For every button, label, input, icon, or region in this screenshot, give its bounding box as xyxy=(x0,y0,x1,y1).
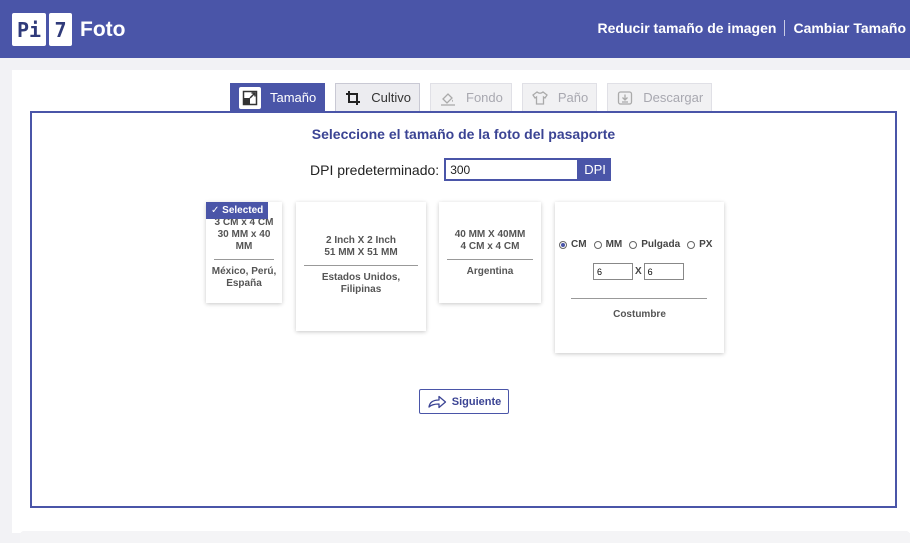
unit-label: PX xyxy=(699,239,713,250)
custom-size-inputs: X xyxy=(593,263,684,280)
logo-pi-box: Pi xyxy=(12,13,46,46)
selected-badge: ✓ Selected xyxy=(206,202,269,219)
unit-label: CM xyxy=(571,239,587,250)
tab-cultivo[interactable]: Cultivo xyxy=(335,83,420,111)
tab-fondo[interactable]: Fondo xyxy=(430,83,512,111)
nav-reduce-size-link[interactable]: Reducir tamaño de imagen xyxy=(598,20,777,36)
card-size-line: 40 MM X 40MM xyxy=(454,229,526,240)
card-divider xyxy=(447,259,533,260)
tab-label: Fondo xyxy=(466,90,503,105)
next-button[interactable]: Siguiente xyxy=(419,389,509,414)
card-size-line: 2 Inch X 2 Inch xyxy=(325,235,397,246)
nav-change-size-link[interactable]: Cambiar Tamaño xyxy=(793,20,906,36)
unit-option-cm[interactable]: CM xyxy=(559,239,587,251)
bottom-section xyxy=(20,531,910,543)
tab-label: Tamaño xyxy=(270,90,317,105)
card-size-line: 4 CM x 4 CM xyxy=(460,241,520,252)
custom-label: Costumbre xyxy=(613,309,666,320)
header-nav: Reducir tamaño de imagen Cambiar Tamaño xyxy=(598,20,906,36)
size-selection-box: Seleccione el tamaño de la foto del pasa… xyxy=(30,111,897,508)
logo-text: Foto xyxy=(80,17,126,41)
unit-option-inch[interactable]: Pulgada xyxy=(629,239,680,251)
custom-width-input[interactable] xyxy=(593,263,633,280)
step-tabs: Tamaño Cultivo Fondo Paño Descargar xyxy=(230,83,722,111)
card-size-line: 51 MM X 51 MM xyxy=(324,247,398,258)
card-size-line: 30 MM x 40 xyxy=(217,229,271,240)
card-country: España xyxy=(226,278,262,289)
next-button-label: Siguiente xyxy=(451,395,502,408)
card-divider xyxy=(571,298,707,299)
nav-separator xyxy=(784,20,786,36)
card-country: Estados Unidos, xyxy=(321,272,401,283)
dpi-input[interactable] xyxy=(444,158,580,181)
unit-option-mm[interactable]: MM xyxy=(593,239,623,251)
size-card-3x4[interactable]: 3 CM x 4 CM 30 MM x 40 MM México, Perú, … xyxy=(206,202,282,303)
tab-tamano[interactable]: Tamaño xyxy=(230,83,326,111)
size-card-4x4[interactable]: 40 MM X 40MM 4 CM x 4 CM Argentina xyxy=(439,202,541,303)
tab-descargar[interactable]: Descargar xyxy=(607,83,713,111)
tab-label: Descargar xyxy=(643,90,704,105)
logo[interactable]: Pi 7 Foto xyxy=(12,13,125,46)
card-country: Filipinas xyxy=(340,284,382,295)
tab-label: Cultivo xyxy=(371,90,411,105)
tab-pano[interactable]: Paño xyxy=(521,83,598,111)
size-card-custom[interactable]: CM MM Pulgada PX X xyxy=(555,202,724,353)
page-title: Seleccione el tamaño de la foto del pasa… xyxy=(311,126,616,142)
unit-option-px[interactable]: PX xyxy=(687,239,712,251)
forward-arrow-icon xyxy=(428,395,446,408)
crop-icon xyxy=(344,89,362,107)
fill-icon xyxy=(439,89,457,107)
shirt-icon xyxy=(531,89,549,107)
dpi-row: DPI predeterminado: DPI xyxy=(310,158,611,181)
size-card-2x2-inch[interactable]: 2 Inch X 2 Inch 51 MM X 51 MM Estados Un… xyxy=(296,202,426,331)
logo-7-box: 7 xyxy=(49,13,72,46)
card-size-line: MM xyxy=(235,241,253,252)
tab-label: Paño xyxy=(557,90,589,105)
unit-label: MM xyxy=(605,239,623,250)
unit-radio-group: CM MM Pulgada PX xyxy=(559,239,719,251)
dpi-label: DPI predeterminado: xyxy=(310,161,440,178)
custom-separator: X xyxy=(635,265,642,277)
unit-label: Pulgada xyxy=(641,239,681,250)
radio-button[interactable] xyxy=(559,241,567,249)
download-icon xyxy=(616,89,634,107)
card-country: Argentina xyxy=(466,266,514,277)
dpi-unit-label: DPI xyxy=(579,158,611,181)
card-divider xyxy=(214,259,274,260)
radio-button[interactable] xyxy=(593,241,602,249)
main-panel: Tamaño Cultivo Fondo Paño Descargar Sele… xyxy=(12,70,910,533)
app-header: Pi 7 Foto Reducir tamaño de imagen Cambi… xyxy=(0,0,910,58)
radio-button[interactable] xyxy=(687,241,696,249)
radio-button[interactable] xyxy=(629,241,638,249)
custom-height-input[interactable] xyxy=(643,263,684,280)
card-country: México, Perú, xyxy=(211,266,277,277)
resize-icon xyxy=(239,86,261,109)
card-divider xyxy=(304,265,418,266)
